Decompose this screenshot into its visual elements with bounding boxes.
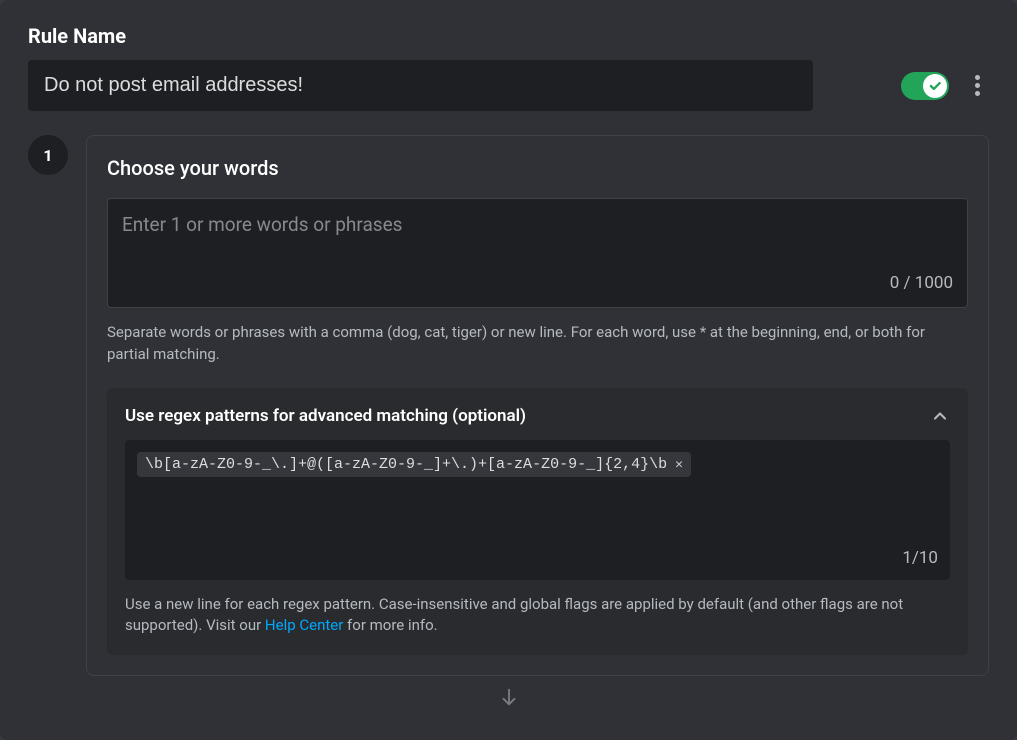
- more-options-button[interactable]: [965, 74, 989, 98]
- regex-section: Use regex patterns for advanced matching…: [107, 388, 968, 656]
- arrow-down-icon: [498, 686, 520, 708]
- rule-name-input[interactable]: [28, 60, 813, 111]
- toggle-thumb: [923, 74, 947, 98]
- next-step-indicator: [28, 686, 989, 708]
- step-number-badge: 1: [28, 135, 68, 175]
- regex-help-text: Use a new line for each regex pattern. C…: [125, 594, 950, 638]
- regex-chip: \b[a-zA-Z0-9-_\.]+@([a-zA-Z0-9-_]+\.)+[a…: [137, 452, 691, 477]
- regex-section-header[interactable]: Use regex patterns for advanced matching…: [125, 406, 950, 426]
- regex-chip-text: \b[a-zA-Z0-9-_\.]+@([a-zA-Z0-9-_]+\.)+[a…: [145, 456, 667, 473]
- regex-counter: 1/10: [137, 548, 938, 568]
- regex-chip-list: \b[a-zA-Z0-9-_\.]+@([a-zA-Z0-9-_]+\.)+[a…: [137, 452, 938, 477]
- check-icon: [928, 79, 942, 93]
- step-title: Choose your words: [107, 156, 968, 180]
- more-dots-icon: [975, 75, 980, 80]
- rule-name-label: Rule Name: [28, 24, 989, 48]
- regex-section-title: Use regex patterns for advanced matching…: [125, 406, 526, 426]
- regex-input[interactable]: \b[a-zA-Z0-9-_\.]+@([a-zA-Z0-9-_]+\.)+[a…: [125, 440, 950, 580]
- rule-enabled-toggle[interactable]: [901, 72, 949, 100]
- step-row: 1 Choose your words Enter 1 or more word…: [28, 135, 989, 676]
- words-placeholder: Enter 1 or more words or phrases: [122, 213, 953, 236]
- words-help-text: Separate words or phrases with a comma (…: [107, 322, 968, 366]
- header-row: [28, 60, 989, 111]
- automod-rule-editor: Rule Name 1 Choose your words Enter 1 or…: [0, 0, 1017, 740]
- remove-chip-button[interactable]: ✕: [675, 457, 683, 472]
- words-input[interactable]: Enter 1 or more words or phrases 0 / 100…: [107, 198, 968, 308]
- help-center-link[interactable]: Help Center: [265, 616, 343, 634]
- words-counter: 0 / 1000: [122, 273, 953, 293]
- step-card: Choose your words Enter 1 or more words …: [86, 135, 989, 676]
- chevron-up-icon: [930, 406, 950, 426]
